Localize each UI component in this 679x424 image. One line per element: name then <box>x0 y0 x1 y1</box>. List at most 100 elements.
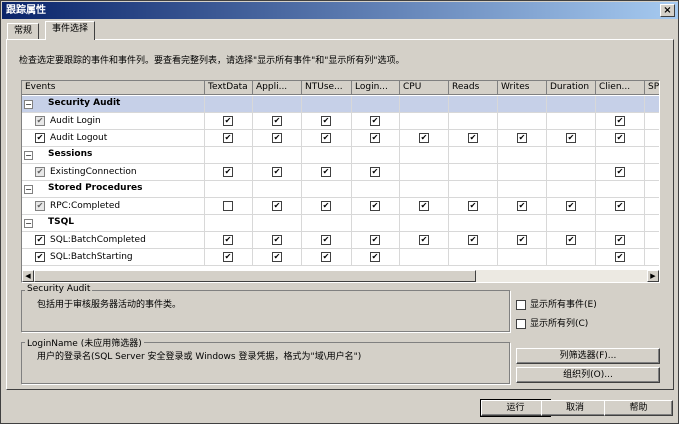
column-checkbox[interactable]: ✔ <box>370 133 380 143</box>
column-checkbox[interactable]: ✔ <box>615 201 625 211</box>
category-row[interactable]: − Security Audit <box>22 96 659 113</box>
column-checkbox[interactable]: ✔ <box>615 133 625 143</box>
event-row[interactable]: ✔ Audit Login ✔ ✔ ✔ ✔ ✔ <box>22 113 659 130</box>
column-header-2[interactable]: Appli... <box>253 81 302 95</box>
event-row[interactable]: ✔ SQL:BatchCompleted ✔ ✔ ✔ ✔ ✔ ✔ ✔ ✔ ✔ <box>22 232 659 249</box>
column-header-10[interactable]: SP <box>645 81 659 95</box>
column-checkbox[interactable]: ✔ <box>566 201 576 211</box>
column-checkbox[interactable]: ✔ <box>517 201 527 211</box>
column-checkbox[interactable]: ✔ <box>321 252 331 262</box>
column-header-3[interactable]: NTUse... <box>302 81 352 95</box>
scroll-right-arrow[interactable]: ▶ <box>647 270 659 282</box>
event-row[interactable]: ✔ ExistingConnection ✔ ✔ ✔ ✔ ✔ <box>22 164 659 181</box>
category-row[interactable]: − Stored Procedures <box>22 181 659 198</box>
column-filters-button[interactable]: 列筛选器(F)... <box>516 348 660 364</box>
event-row[interactable]: ✔ SQL:BatchStarting ✔ ✔ ✔ ✔ ✔ <box>22 249 659 266</box>
collapse-toggle-icon[interactable]: − <box>24 219 33 228</box>
event-row[interactable]: ✔ RPC:Completed ✔ ✔ ✔ ✔ ✔ ✔ ✔ ✔ <box>22 198 659 215</box>
horizontal-scrollbar[interactable]: ◀ ▶ <box>22 270 659 282</box>
close-button[interactable]: × <box>660 4 675 17</box>
column-checkbox[interactable]: ✔ <box>321 235 331 245</box>
column-header-events[interactable]: Events <box>22 81 205 95</box>
event-checkbox[interactable]: ✔ <box>35 201 45 211</box>
column-header-5[interactable]: CPU <box>400 81 449 95</box>
column-checkbox[interactable] <box>223 201 233 211</box>
category-row[interactable]: − Sessions <box>22 147 659 164</box>
column-checkbox[interactable]: ✔ <box>272 201 282 211</box>
collapse-toggle-icon[interactable]: − <box>24 151 33 160</box>
column-checkbox[interactable]: ✔ <box>615 167 625 177</box>
column-checkbox[interactable]: ✔ <box>272 252 282 262</box>
column-checkbox[interactable]: ✔ <box>615 252 625 262</box>
run-button[interactable]: 运行 <box>480 399 551 417</box>
column-checkbox[interactable]: ✔ <box>419 235 429 245</box>
show-all-events-box[interactable] <box>516 299 526 310</box>
column-checkbox[interactable]: ✔ <box>419 201 429 211</box>
show-all-columns-checkbox[interactable]: 显示所有列(C) <box>516 316 588 329</box>
column-checkbox[interactable]: ✔ <box>370 235 380 245</box>
show-all-columns-box[interactable] <box>516 318 526 329</box>
grid-cell[interactable] <box>498 164 547 181</box>
column-checkbox[interactable]: ✔ <box>321 133 331 143</box>
column-checkbox[interactable]: ✔ <box>517 235 527 245</box>
event-checkbox[interactable]: ✔ <box>35 167 45 177</box>
help-button[interactable]: 帮助 <box>604 400 673 416</box>
column-checkbox[interactable]: ✔ <box>223 116 233 126</box>
scroll-left-arrow[interactable]: ◀ <box>22 270 34 282</box>
column-header-6[interactable]: Reads <box>449 81 498 95</box>
grid-cell[interactable] <box>645 113 659 130</box>
column-checkbox[interactable]: ✔ <box>223 167 233 177</box>
column-checkbox[interactable]: ✔ <box>615 116 625 126</box>
column-checkbox[interactable]: ✔ <box>223 252 233 262</box>
collapse-toggle-icon[interactable]: − <box>24 100 33 109</box>
column-checkbox[interactable]: ✔ <box>517 133 527 143</box>
tab-general[interactable]: 常规 <box>7 23 40 39</box>
column-checkbox[interactable]: ✔ <box>223 133 233 143</box>
tab-event-selection[interactable]: 事件选择 <box>45 21 96 40</box>
grid-cell[interactable] <box>400 164 449 181</box>
grid-cell[interactable] <box>498 113 547 130</box>
grid-cell[interactable] <box>449 164 498 181</box>
grid-cell[interactable] <box>547 249 596 266</box>
column-checkbox[interactable]: ✔ <box>272 116 282 126</box>
grid-cell[interactable] <box>645 198 659 215</box>
column-header-7[interactable]: Writes <box>498 81 547 95</box>
event-checkbox[interactable]: ✔ <box>35 116 45 126</box>
grid-cell[interactable] <box>645 164 659 181</box>
column-checkbox[interactable]: ✔ <box>566 133 576 143</box>
column-checkbox[interactable]: ✔ <box>566 235 576 245</box>
column-checkbox[interactable]: ✔ <box>223 235 233 245</box>
category-row[interactable]: − TSQL <box>22 215 659 232</box>
column-checkbox[interactable]: ✔ <box>615 235 625 245</box>
show-all-events-checkbox[interactable]: 显示所有事件(E) <box>516 297 597 310</box>
cancel-button[interactable]: 取消 <box>541 400 609 416</box>
grid-cell[interactable] <box>645 130 659 147</box>
column-checkbox[interactable]: ✔ <box>272 235 282 245</box>
grid-cell[interactable] <box>547 113 596 130</box>
grid-cell[interactable] <box>449 249 498 266</box>
column-checkbox[interactable]: ✔ <box>370 252 380 262</box>
event-checkbox[interactable]: ✔ <box>35 252 45 262</box>
column-checkbox[interactable]: ✔ <box>321 201 331 211</box>
organize-columns-button[interactable]: 组织列(O)... <box>516 367 660 383</box>
grid-cell[interactable] <box>498 249 547 266</box>
scroll-thumb[interactable] <box>34 270 476 282</box>
column-header-4[interactable]: Login... <box>352 81 400 95</box>
column-checkbox[interactable]: ✔ <box>321 167 331 177</box>
grid-cell[interactable] <box>645 249 659 266</box>
column-checkbox[interactable]: ✔ <box>272 133 282 143</box>
grid-cell[interactable] <box>547 164 596 181</box>
column-header-8[interactable]: Duration <box>547 81 596 95</box>
grid-cell[interactable] <box>400 113 449 130</box>
column-checkbox[interactable]: ✔ <box>370 201 380 211</box>
events-grid[interactable]: Events TextData Appli... NTUse... Login... CP… <box>21 80 660 283</box>
grid-cell[interactable] <box>645 232 659 249</box>
collapse-toggle-icon[interactable]: − <box>24 185 33 194</box>
event-checkbox[interactable]: ✔ <box>35 235 45 245</box>
grid-cell[interactable] <box>400 249 449 266</box>
column-checkbox[interactable]: ✔ <box>468 235 478 245</box>
column-checkbox[interactable]: ✔ <box>272 167 282 177</box>
column-checkbox[interactable]: ✔ <box>468 133 478 143</box>
column-checkbox[interactable]: ✔ <box>468 201 478 211</box>
event-checkbox[interactable]: ✔ <box>35 133 45 143</box>
